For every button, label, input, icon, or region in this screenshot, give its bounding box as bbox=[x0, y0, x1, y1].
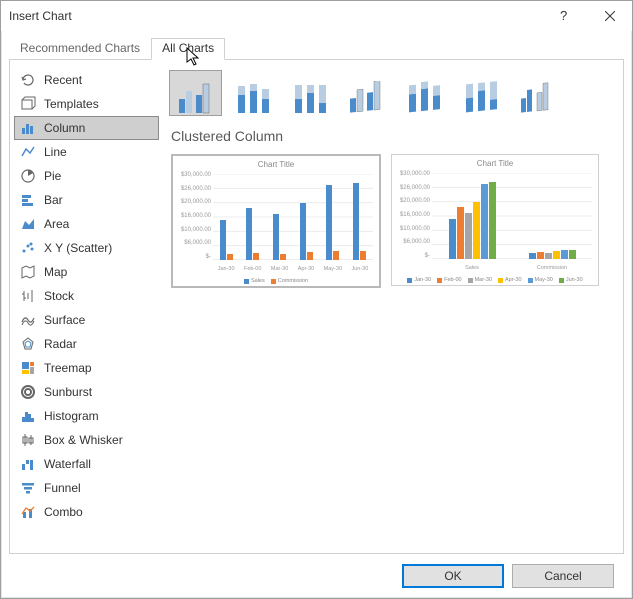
preview-1[interactable]: Chart Title $-$6,000.00$10,000.00$16,000… bbox=[171, 154, 381, 288]
sidebar-item-label: Recent bbox=[44, 73, 82, 87]
map-icon bbox=[20, 264, 36, 280]
sidebar-item-recent[interactable]: Recent bbox=[14, 68, 159, 92]
chart-type-list: Recent Templates Column Line Pie Bar Area X Y (… bbox=[10, 60, 163, 553]
sidebar-item-area[interactable]: Area bbox=[14, 212, 159, 236]
subtype-stacked-column[interactable] bbox=[226, 70, 279, 116]
sidebar-item-label: Radar bbox=[44, 337, 77, 351]
radar-icon bbox=[20, 336, 36, 352]
subtype-3d-clustered-column[interactable] bbox=[340, 70, 393, 116]
sidebar-item-funnel[interactable]: Funnel bbox=[14, 476, 159, 500]
sidebar-item-bar[interactable]: Bar bbox=[14, 188, 159, 212]
sidebar-item-line[interactable]: Line bbox=[14, 140, 159, 164]
dialog-footer: OK Cancel bbox=[9, 554, 624, 598]
sidebar-item-stock[interactable]: Stock bbox=[14, 284, 159, 308]
close-button[interactable] bbox=[587, 1, 632, 31]
help-icon: ? bbox=[560, 9, 570, 23]
sidebar-item-label: Bar bbox=[44, 193, 63, 207]
sidebar-item-label: Stock bbox=[44, 289, 74, 303]
sidebar-item-label: X Y (Scatter) bbox=[44, 241, 112, 255]
tab-all-charts[interactable]: All Charts bbox=[151, 38, 225, 60]
sidebar-item-label: Area bbox=[44, 217, 69, 231]
sidebar-item-label: Combo bbox=[44, 505, 83, 519]
subtype-3d-stacked-column[interactable] bbox=[397, 70, 450, 116]
preview-1-yaxis: $-$6,000.00$10,000.00$16,000.00$20,000.0… bbox=[177, 172, 211, 260]
subtype-title: Clustered Column bbox=[171, 128, 613, 144]
sidebar-item-map[interactable]: Map bbox=[14, 260, 159, 284]
surface-icon bbox=[20, 312, 36, 328]
sidebar-item-label: Map bbox=[44, 265, 67, 279]
area-icon bbox=[20, 216, 36, 232]
window-title: Insert Chart bbox=[9, 9, 542, 23]
sidebar-item-label: Surface bbox=[44, 313, 85, 327]
sidebar-item-surface[interactable]: Surface bbox=[14, 308, 159, 332]
sidebar-item-label: Box & Whisker bbox=[44, 433, 123, 447]
funnel-icon bbox=[20, 480, 36, 496]
sidebar-item-waterfall[interactable]: Waterfall bbox=[14, 452, 159, 476]
sidebar-item-label: Sunburst bbox=[44, 385, 92, 399]
sidebar-item-pie[interactable]: Pie bbox=[14, 164, 159, 188]
tabstrip: Recommended Charts All Charts bbox=[9, 37, 624, 59]
treemap-icon bbox=[20, 360, 36, 376]
waterfall-icon bbox=[20, 456, 36, 472]
preview-2-legend: Jan-30Feb-00Mar-30Apr-30May-30Jun-30 bbox=[392, 277, 598, 283]
line-icon bbox=[20, 144, 36, 160]
sidebar-item-combo[interactable]: Combo bbox=[14, 500, 159, 524]
subtype-3d-column[interactable] bbox=[511, 70, 564, 116]
cancel-button[interactable]: Cancel bbox=[512, 564, 614, 588]
sidebar-item-radar[interactable]: Radar bbox=[14, 332, 159, 356]
bar-icon bbox=[20, 192, 36, 208]
titlebar: Insert Chart ? bbox=[1, 1, 632, 31]
preview-2-chart-area bbox=[432, 173, 592, 259]
preview-2-yaxis: $-$6,000.00$10,000.00$16,000.00$20,000.0… bbox=[396, 171, 430, 259]
preview-row: Chart Title $-$6,000.00$10,000.00$16,000… bbox=[171, 154, 613, 288]
sidebar-item-treemap[interactable]: Treemap bbox=[14, 356, 159, 380]
column-icon bbox=[20, 120, 36, 136]
sidebar-item-label: Templates bbox=[44, 97, 99, 111]
preview-2-xaxis: SalesCommission bbox=[432, 265, 592, 271]
preview-2[interactable]: Chart Title $-$6,000.00$10,000.00$16,000… bbox=[391, 154, 599, 286]
close-icon bbox=[605, 11, 615, 21]
box-whisker-icon bbox=[20, 432, 36, 448]
combo-icon bbox=[20, 504, 36, 520]
insert-chart-dialog: Insert Chart ? Recommended Charts All Ch… bbox=[0, 0, 633, 599]
sidebar-item-label: Funnel bbox=[44, 481, 81, 495]
tab-recommended-charts[interactable]: Recommended Charts bbox=[9, 38, 151, 60]
scatter-icon bbox=[20, 240, 36, 256]
dialog-body: Recommended Charts All Charts Recent Temp… bbox=[1, 31, 632, 598]
preview-1-xaxis: Jan-30Feb-00Mar-30Apr-30May-30Jun-30 bbox=[213, 266, 373, 272]
ok-button[interactable]: OK bbox=[402, 564, 504, 588]
sidebar-item-sunburst[interactable]: Sunburst bbox=[14, 380, 159, 404]
templates-icon bbox=[20, 96, 36, 112]
recent-icon bbox=[20, 72, 36, 88]
preview-2-title: Chart Title bbox=[392, 155, 598, 168]
pie-icon bbox=[20, 168, 36, 184]
sidebar-item-label: Line bbox=[44, 145, 67, 159]
sidebar-item-label: Histogram bbox=[44, 409, 99, 423]
preview-1-chart-area bbox=[213, 174, 373, 260]
sidebar-item-label: Treemap bbox=[44, 361, 92, 375]
sidebar-item-histogram[interactable]: Histogram bbox=[14, 404, 159, 428]
subtype-100-stacked-column[interactable] bbox=[283, 70, 336, 116]
preview-1-legend: SalesCommission bbox=[173, 278, 379, 284]
help-button[interactable]: ? bbox=[542, 1, 587, 31]
sidebar-item-templates[interactable]: Templates bbox=[14, 92, 159, 116]
sidebar-item-column[interactable]: Column bbox=[14, 116, 159, 140]
sidebar-item-box-whisker[interactable]: Box & Whisker bbox=[14, 428, 159, 452]
tab-panel: Recent Templates Column Line Pie Bar Area X Y (… bbox=[9, 59, 624, 554]
sidebar-item-label: Waterfall bbox=[44, 457, 91, 471]
sidebar-item-x-y-scatter-[interactable]: X Y (Scatter) bbox=[14, 236, 159, 260]
subtype-3d-100-stacked-column[interactable] bbox=[454, 70, 507, 116]
content: Clustered Column Chart Title $-$6,000.00… bbox=[163, 60, 623, 553]
sidebar-item-label: Pie bbox=[44, 169, 61, 183]
svg-text:?: ? bbox=[560, 9, 567, 23]
sunburst-icon bbox=[20, 384, 36, 400]
subtype-clustered-column[interactable] bbox=[169, 70, 222, 116]
subtype-row bbox=[169, 70, 613, 116]
histogram-icon bbox=[20, 408, 36, 424]
sidebar-item-label: Column bbox=[44, 121, 85, 135]
stock-icon bbox=[20, 288, 36, 304]
preview-1-title: Chart Title bbox=[173, 156, 379, 169]
